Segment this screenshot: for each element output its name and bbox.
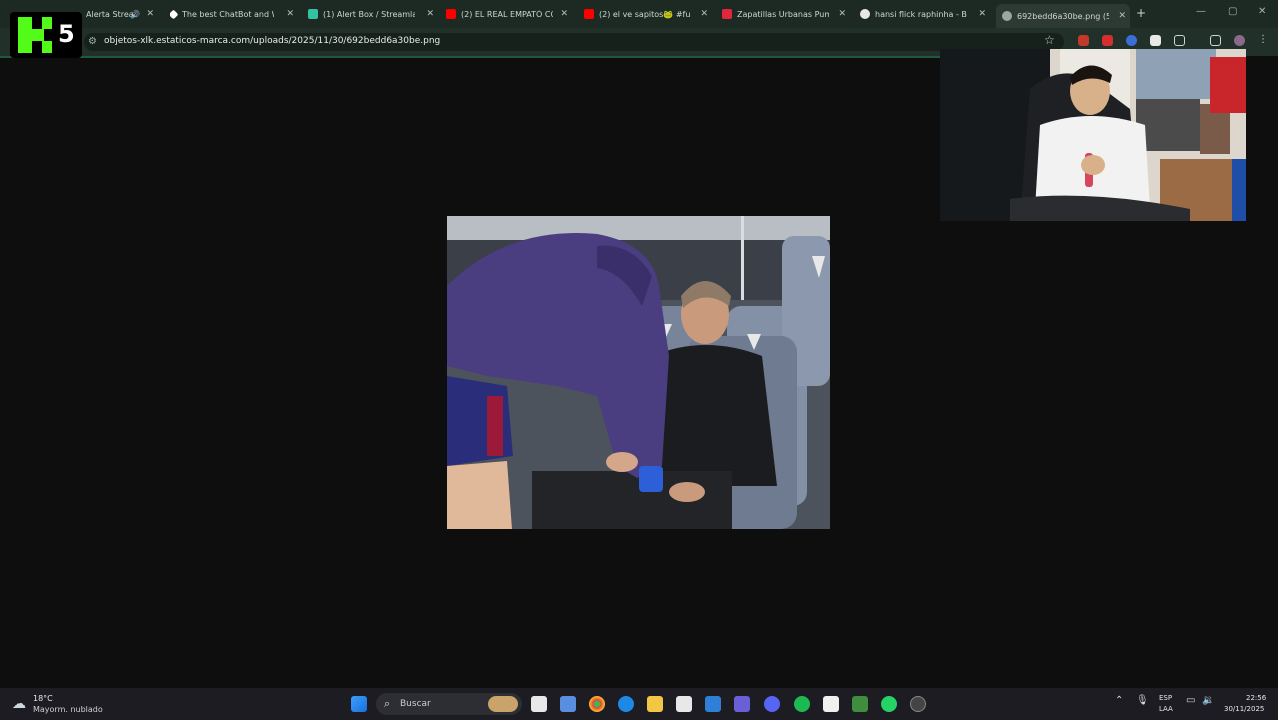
- tab-label: hansi flick raphinha - Bus: [875, 9, 967, 19]
- chrome-icon[interactable]: [589, 696, 605, 712]
- google-favicon-icon: [860, 9, 870, 19]
- tab-google-search[interactable]: hansi flick raphinha - Bus ✕: [860, 4, 990, 24]
- kick-k-notch: [44, 29, 52, 41]
- discord-icon[interactable]: [764, 696, 780, 712]
- divider: [0, 56, 940, 58]
- tab-label: (2) EL REAL EMPATÓ CON: [461, 9, 553, 19]
- adblock-extension-icon[interactable]: [1102, 35, 1113, 46]
- game-icon[interactable]: [852, 696, 868, 712]
- webcam-overlay: [940, 49, 1246, 221]
- mail-icon[interactable]: [705, 696, 721, 712]
- kick-k-notch: [32, 17, 42, 29]
- browser-tab-strip: Alerta Stream - 🔊 ✕ The best ChatBot and…: [0, 0, 1278, 28]
- url-text: objetos-xlk.estaticos-marca.com/uploads/…: [104, 36, 441, 46]
- streamlabs-favicon-icon: [308, 9, 318, 19]
- tab-streamlabs[interactable]: (1) Alert Box / Streamlabs ✕: [308, 4, 438, 24]
- tab-label: (1) Alert Box / Streamlabs: [323, 9, 415, 19]
- speaker-icon[interactable]: 🔊: [130, 10, 140, 19]
- kick-logo: 5: [10, 12, 82, 58]
- tab-close-icon[interactable]: ✕: [560, 9, 568, 19]
- keyboard-layout-indicator[interactable]: LAA: [1159, 705, 1173, 713]
- extension-icon[interactable]: [1150, 35, 1161, 46]
- youtube-favicon-icon: [584, 9, 594, 19]
- tab-label: 692bedd6a30be.png (574: [1017, 11, 1109, 21]
- extension-icon[interactable]: [1126, 35, 1137, 46]
- store-favicon-icon: [722, 9, 732, 19]
- tab-label: Alerta Stream -: [86, 9, 136, 19]
- tab-youtube-sapitos[interactable]: (2) el ve sapitos🐸 #funn ✕: [584, 4, 712, 24]
- screen: Alerta Stream - 🔊 ✕ The best ChatBot and…: [0, 0, 1278, 720]
- new-tab-button[interactable]: +: [1136, 6, 1146, 20]
- capcut-icon[interactable]: [823, 696, 839, 712]
- maximize-button[interactable]: ▢: [1228, 6, 1237, 17]
- tab-close-icon[interactable]: ✕: [286, 9, 294, 19]
- tab-label: Zapatillas Urbanas Puma: [737, 9, 829, 19]
- webcam-image: [940, 49, 1246, 221]
- chatbot-favicon-icon: [170, 9, 179, 19]
- photo-scene: [447, 216, 830, 529]
- close-window-button[interactable]: ✕: [1258, 6, 1266, 17]
- tab-close-icon[interactable]: ✕: [700, 9, 708, 19]
- tab-chatbot[interactable]: The best ChatBot and W ✕: [170, 4, 298, 24]
- tab-label: The best ChatBot and W: [182, 9, 274, 19]
- menu-kebab-icon[interactable]: ⋮: [1258, 35, 1269, 46]
- volume-icon[interactable]: 🔉: [1202, 695, 1214, 706]
- downloads-icon[interactable]: [1210, 35, 1221, 46]
- whatsapp-icon[interactable]: [881, 696, 897, 712]
- tab-close-icon[interactable]: ✕: [838, 9, 846, 19]
- clock-time[interactable]: 22:56: [1246, 694, 1266, 702]
- network-icon[interactable]: ▭: [1186, 695, 1195, 706]
- clock-date[interactable]: 30/11/2025: [1224, 705, 1264, 713]
- weather-description[interactable]: Mayorm. nublado: [33, 705, 103, 714]
- kick-k-notch: [32, 41, 42, 53]
- extensions-puzzle-icon[interactable]: [1174, 35, 1185, 46]
- store-icon[interactable]: [676, 696, 692, 712]
- address-bar[interactable]: ⚙ objetos-xlk.estaticos-marca.com/upload…: [84, 33, 1064, 51]
- tab-youtube-real[interactable]: (2) EL REAL EMPATÓ CON ✕: [446, 4, 572, 24]
- minimize-button[interactable]: —: [1196, 6, 1206, 17]
- displayed-image: [447, 216, 830, 529]
- spotify-icon[interactable]: [794, 696, 810, 712]
- search-highlight-icon: [488, 696, 518, 712]
- obs-icon[interactable]: [910, 696, 926, 712]
- tab-close-icon[interactable]: ✕: [146, 9, 154, 19]
- extension-icon[interactable]: [1078, 35, 1089, 46]
- windows-taskbar: ☁ 18°C Mayorm. nublado ⌕ Buscar ⌃ 🎙 ESP …: [0, 688, 1278, 720]
- teams-icon[interactable]: [734, 696, 750, 712]
- copilot-icon[interactable]: [560, 696, 576, 712]
- tab-label: (2) el ve sapitos🐸 #funn: [599, 9, 691, 19]
- tab-active-image[interactable]: 692bedd6a30be.png (574 ✕: [996, 4, 1130, 28]
- kick-number: 5: [58, 20, 75, 48]
- task-view-icon[interactable]: [531, 696, 547, 712]
- microphone-icon[interactable]: 🎙: [1136, 695, 1149, 706]
- profile-avatar[interactable]: [1234, 35, 1245, 46]
- search-icon: ⌕: [384, 697, 391, 710]
- search-placeholder: Buscar: [400, 699, 431, 709]
- file-explorer-icon[interactable]: [647, 696, 663, 712]
- globe-icon: [1002, 11, 1012, 21]
- cloud-icon[interactable]: ☁: [12, 696, 26, 712]
- site-info-icon[interactable]: ⚙: [88, 36, 97, 47]
- tab-close-icon[interactable]: ✕: [426, 9, 434, 19]
- tab-alerta-stream[interactable]: Alerta Stream - 🔊 ✕: [86, 4, 158, 24]
- youtube-favicon-icon: [446, 9, 456, 19]
- windows-start-icon[interactable]: [351, 696, 367, 712]
- chevron-up-icon[interactable]: ⌃: [1115, 695, 1123, 706]
- tab-close-icon[interactable]: ✕: [1118, 11, 1126, 21]
- weather-temperature[interactable]: 18°C: [33, 694, 53, 703]
- bookmark-star-icon[interactable]: ☆: [1044, 33, 1055, 47]
- tab-close-icon[interactable]: ✕: [978, 9, 986, 19]
- taskbar-search-box[interactable]: ⌕ Buscar: [376, 693, 522, 715]
- language-indicator[interactable]: ESP: [1159, 694, 1172, 702]
- tab-zapatillas[interactable]: Zapatillas Urbanas Puma ✕: [722, 4, 850, 24]
- edge-icon[interactable]: [618, 696, 634, 712]
